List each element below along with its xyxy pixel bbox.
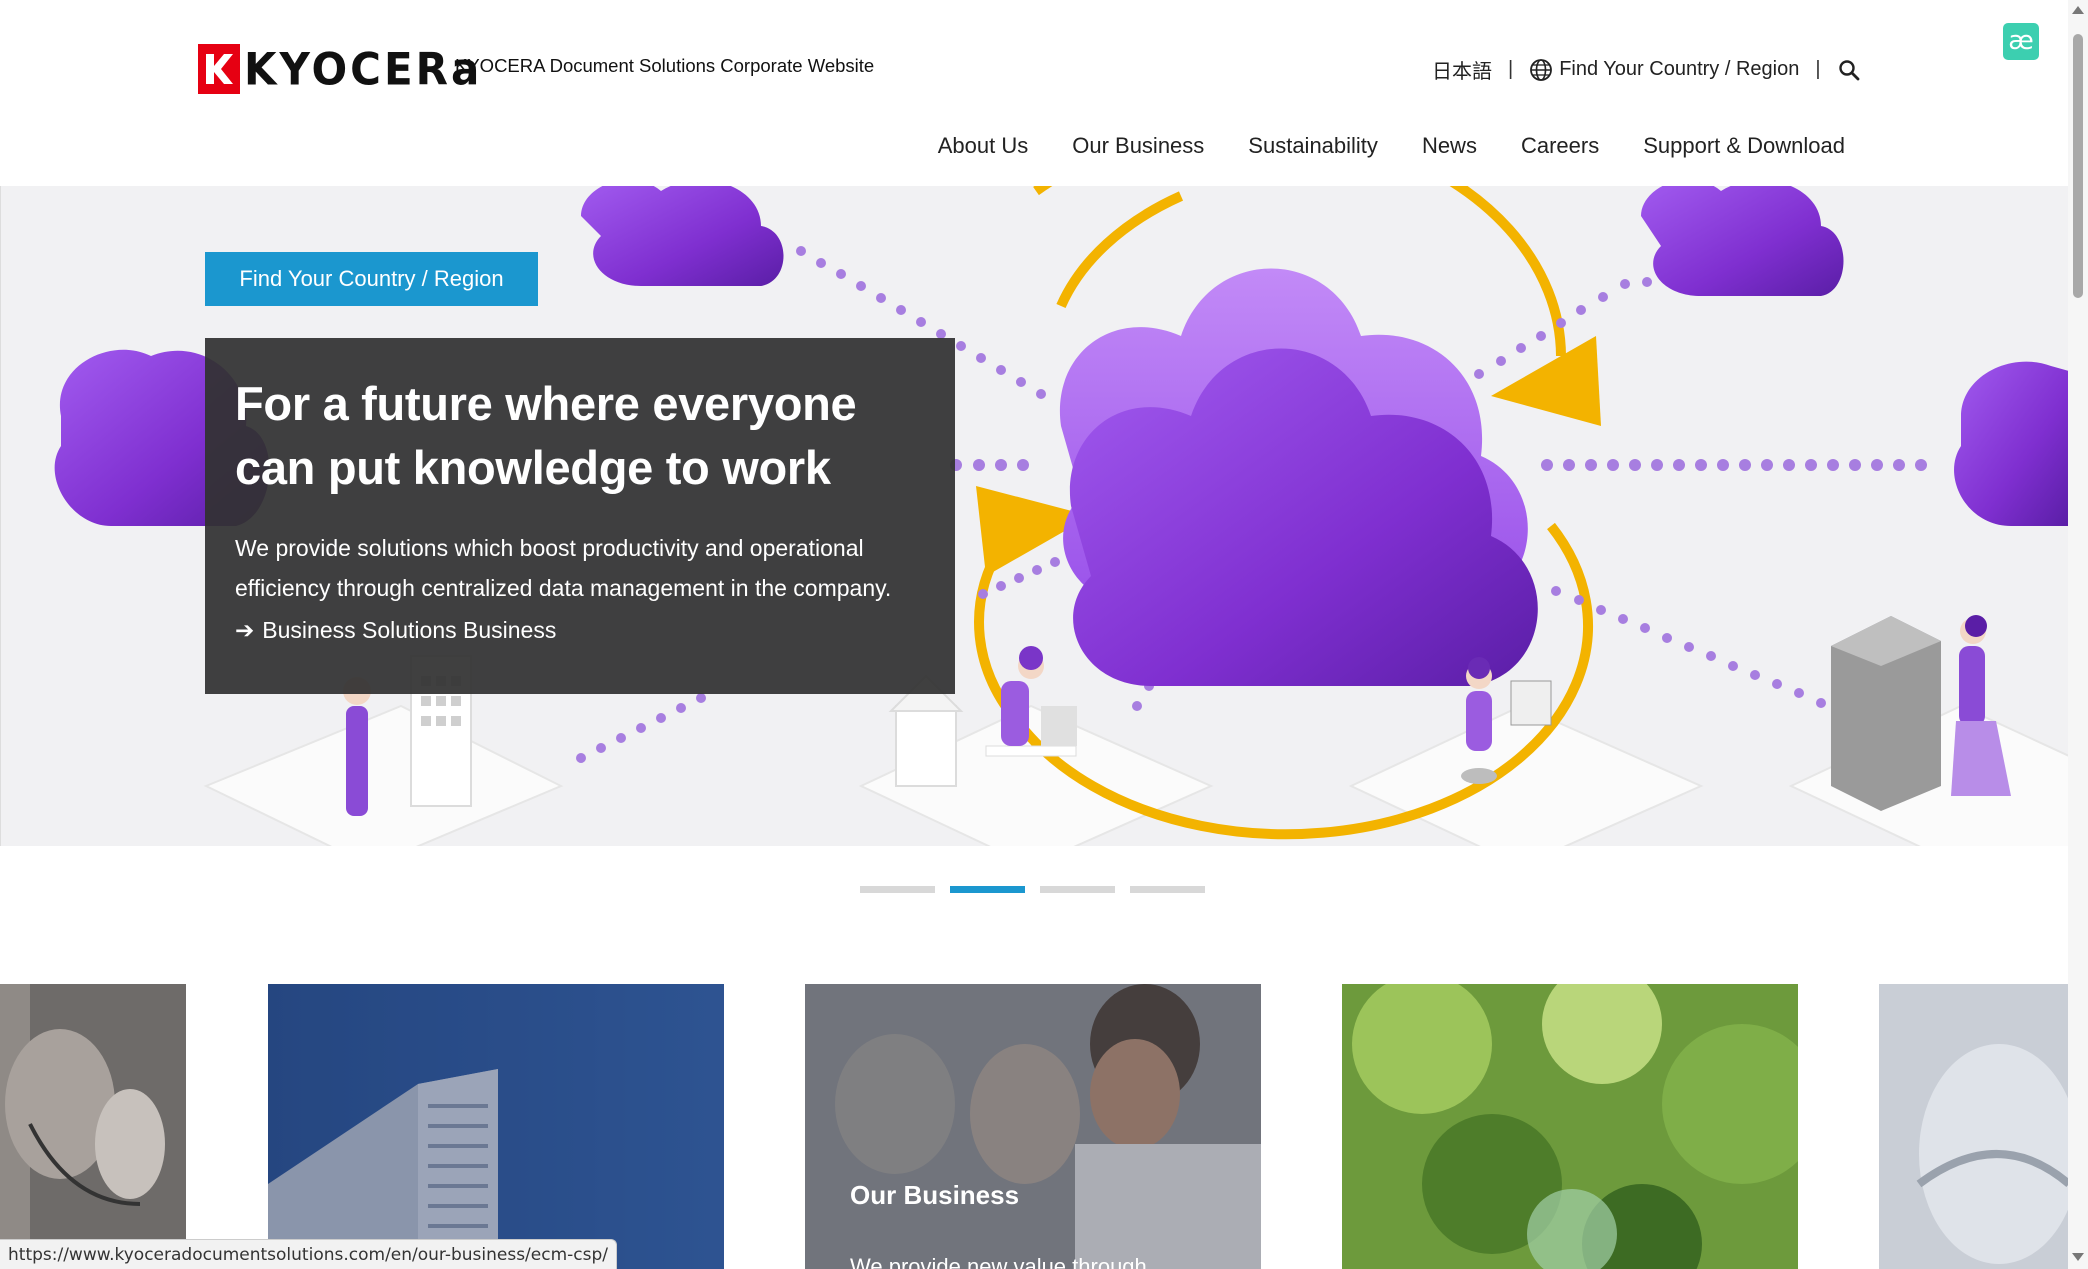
- link-preview-url: https://www.kyoceradocumentsolutions.com…: [0, 1239, 618, 1269]
- region-button[interactable]: Find Your Country / Region: [205, 252, 538, 306]
- vertical-scrollbar[interactable]: [2068, 0, 2088, 1269]
- hero-carousel: Find Your Country / Region For a future …: [0, 186, 2068, 846]
- card-sustainability[interactable]: [1342, 984, 1798, 1269]
- nav-careers[interactable]: Careers: [1499, 133, 1621, 159]
- hero-description: We provide solutions which boost product…: [235, 528, 925, 608]
- hero-description-line: We provide solutions which boost product…: [235, 535, 864, 561]
- kyocera-logo-mark-icon: [198, 44, 240, 94]
- site-header: KYOCERa KYOCERA Document Solutions Corpo…: [0, 0, 2068, 186]
- hero-description-line: efficiency through centralized data mana…: [235, 575, 892, 601]
- scroll-down-icon[interactable]: [2072, 1253, 2084, 1261]
- business-meeting-photo: [805, 984, 1261, 1269]
- hero-title: For a future where everyone can put know…: [235, 372, 925, 500]
- carousel-dot-2[interactable]: [950, 886, 1025, 893]
- language-link[interactable]: 日本語: [1432, 55, 1492, 84]
- scroll-up-icon[interactable]: [2072, 6, 2084, 14]
- card-title: Our Business: [850, 1180, 1020, 1210]
- carousel-dot-4[interactable]: [1130, 886, 1205, 893]
- browser-extension-icon[interactable]: æ: [2003, 23, 2039, 60]
- carousel-dot-1[interactable]: [860, 886, 935, 893]
- nav-about-us[interactable]: About Us: [916, 133, 1051, 159]
- arrow-right-icon: ➔: [235, 617, 255, 643]
- card-careers[interactable]: [1879, 984, 2068, 1269]
- search-icon[interactable]: [1837, 58, 1861, 82]
- careers-photo: [1879, 984, 2068, 1269]
- utility-nav: 日本語 | Find Your Country / Region |: [1432, 55, 1861, 84]
- card-carousel: Our Business We provide new value throug…: [0, 984, 2068, 1269]
- card-support[interactable]: [0, 984, 186, 1269]
- nav-support-download[interactable]: Support & Download: [1621, 133, 1845, 159]
- main-nav: About Us Our Business Sustainability New…: [916, 133, 1845, 159]
- nav-news[interactable]: News: [1400, 133, 1499, 159]
- main-cloud-icon: [1059, 268, 1538, 686]
- hero-title-line: For a future where everyone: [235, 377, 857, 430]
- hero-text-panel: For a future where everyone can put know…: [205, 338, 955, 694]
- card-subtitle: We provide new value through: [850, 1254, 1147, 1269]
- utility-separator: |: [1815, 58, 1821, 80]
- carousel-pagination: [860, 886, 1205, 893]
- support-photo: [0, 984, 186, 1269]
- kyocera-logo[interactable]: KYOCERa: [198, 43, 483, 95]
- globe-icon: [1530, 58, 1553, 81]
- hero-title-line: can put knowledge to work: [235, 441, 831, 494]
- business-solutions-link[interactable]: ➔ Business Solutions Business: [235, 610, 925, 650]
- business-solutions-link-label: Business Solutions Business: [262, 617, 557, 643]
- utility-separator: |: [1508, 58, 1514, 80]
- site-title: KYOCERA Document Solutions Corporate Web…: [455, 55, 875, 76]
- card-about-us[interactable]: [268, 984, 724, 1269]
- logo-wordmark: KYOCERa: [244, 43, 483, 95]
- nature-photo: [1342, 984, 1798, 1269]
- building-photo: [268, 984, 724, 1269]
- card-our-business[interactable]: Our Business We provide new value throug…: [805, 984, 1261, 1269]
- nav-sustainability[interactable]: Sustainability: [1226, 133, 1400, 159]
- carousel-dot-3[interactable]: [1040, 886, 1115, 893]
- region-link[interactable]: Find Your Country / Region: [1559, 58, 1799, 81]
- nav-our-business[interactable]: Our Business: [1050, 133, 1226, 159]
- scrollbar-thumb[interactable]: [2073, 34, 2083, 298]
